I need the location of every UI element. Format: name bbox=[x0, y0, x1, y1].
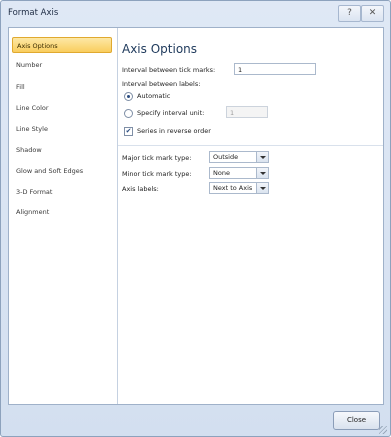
minor-tick-label: Minor tick mark type: bbox=[122, 170, 192, 178]
category-list: Axis Options Number Fill Line Color Line… bbox=[9, 28, 118, 404]
reverse-order-label: Series in reverse order bbox=[137, 127, 211, 135]
format-axis-dialog: Format Axis ? ✕ Axis Options Number Fill… bbox=[0, 0, 391, 437]
specify-interval-radio[interactable] bbox=[124, 109, 133, 118]
nav-item-glow-soft-edges[interactable]: Glow and Soft Edges bbox=[12, 163, 112, 179]
label-interval-label: Interval between labels: bbox=[122, 80, 201, 88]
nav-item-alignment[interactable]: Alignment bbox=[12, 204, 112, 220]
major-tick-value: Outside bbox=[213, 153, 239, 161]
major-tick-label: Major tick mark type: bbox=[122, 154, 192, 162]
specify-interval-label: Specify interval unit: bbox=[137, 109, 205, 117]
nav-item-axis-options[interactable]: Axis Options bbox=[12, 37, 112, 53]
title-bar[interactable]: Format Axis ? ✕ bbox=[1, 1, 390, 25]
axis-labels-value: Next to Axis bbox=[213, 184, 253, 192]
title-close-button[interactable]: ✕ bbox=[361, 5, 384, 22]
dialog-title: Format Axis bbox=[8, 8, 59, 18]
nav-item-3d-format[interactable]: 3-D Format bbox=[12, 184, 112, 200]
dialog-content: Axis Options Number Fill Line Color Line… bbox=[8, 27, 384, 405]
tick-interval-label: Interval between tick marks: bbox=[122, 66, 216, 74]
specify-interval-input[interactable]: 1 bbox=[226, 106, 268, 118]
chevron-down-icon[interactable] bbox=[256, 168, 268, 178]
section-divider bbox=[118, 145, 383, 146]
reverse-order-checkbox[interactable]: ✔ bbox=[124, 127, 133, 136]
close-icon: ✕ bbox=[368, 8, 377, 18]
resize-grip[interactable] bbox=[379, 426, 387, 434]
axis-labels-select[interactable]: Next to Axis bbox=[209, 182, 269, 194]
chevron-down-icon[interactable] bbox=[256, 183, 268, 193]
tick-interval-input[interactable]: 1 bbox=[234, 63, 316, 75]
checkmark-icon: ✔ bbox=[125, 127, 132, 135]
axis-options-panel: Axis Options Interval between tick marks… bbox=[118, 28, 383, 404]
help-button[interactable]: ? bbox=[338, 5, 361, 22]
panel-heading: Axis Options bbox=[122, 42, 198, 56]
automatic-label: Automatic bbox=[137, 92, 171, 100]
chevron-down-icon[interactable] bbox=[256, 152, 268, 162]
close-button[interactable]: Close bbox=[333, 411, 380, 430]
help-icon: ? bbox=[347, 8, 352, 18]
nav-item-shadow[interactable]: Shadow bbox=[12, 142, 112, 158]
minor-tick-select[interactable]: None bbox=[209, 167, 269, 179]
axis-labels-label: Axis labels: bbox=[122, 185, 159, 193]
minor-tick-value: None bbox=[213, 169, 230, 177]
nav-item-number[interactable]: Number bbox=[12, 57, 112, 73]
major-tick-select[interactable]: Outside bbox=[209, 151, 269, 163]
automatic-radio[interactable] bbox=[124, 92, 133, 101]
nav-item-fill[interactable]: Fill bbox=[12, 79, 112, 95]
nav-item-line-color[interactable]: Line Color bbox=[12, 100, 112, 116]
nav-item-line-style[interactable]: Line Style bbox=[12, 121, 112, 137]
